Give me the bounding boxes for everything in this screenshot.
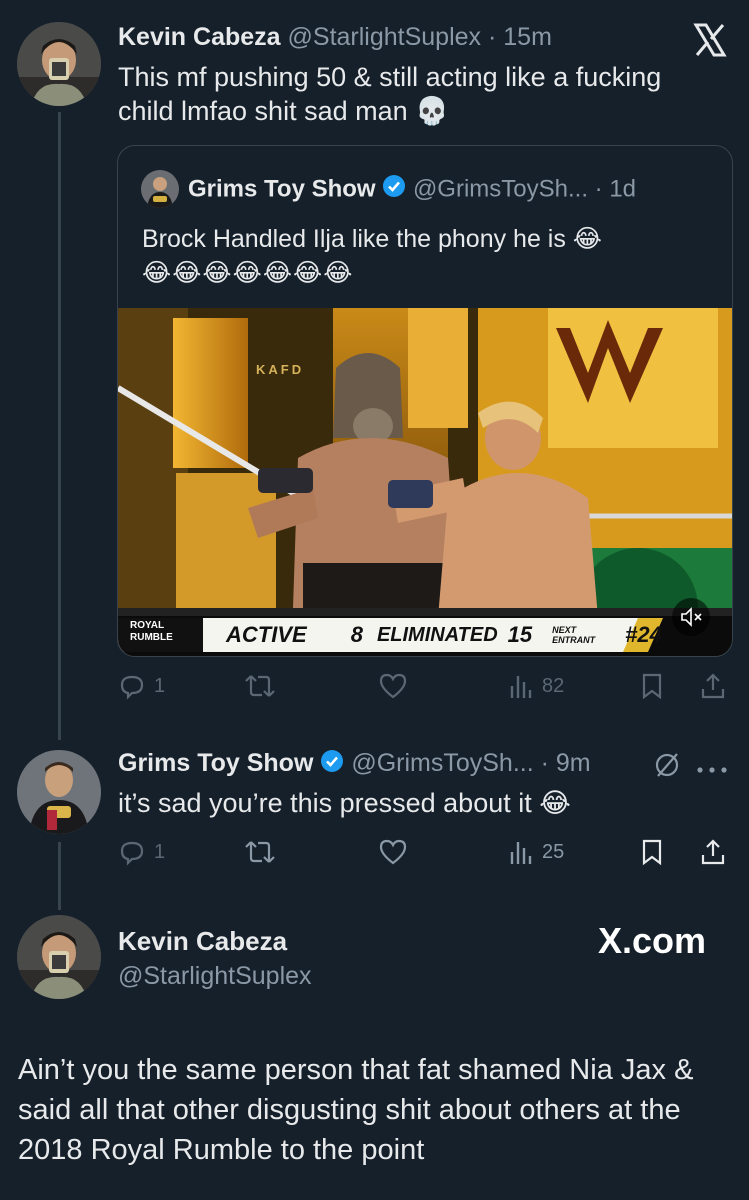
author-handle[interactable]: @StarlightSuplex <box>118 960 312 992</box>
author-name[interactable]: Kevin Cabeza <box>118 23 281 51</box>
tweet-actions: 1 25 <box>0 834 749 870</box>
tweet-text: This mf pushing 50 & still acting like a… <box>118 62 662 126</box>
views-button[interactable]: 25 <box>508 838 564 866</box>
author-name[interactable]: Grims Toy Show <box>118 749 313 777</box>
author-name[interactable]: Kevin Cabeza <box>118 925 287 957</box>
reply-button[interactable]: 1 <box>118 672 165 700</box>
repost-button[interactable] <box>244 838 284 866</box>
reply-count: 1 <box>154 674 166 697</box>
muted-speaker-icon <box>681 607 702 627</box>
bookmark-button[interactable] <box>640 838 664 866</box>
x-logo-icon[interactable] <box>690 20 730 60</box>
scoreboard-brand-line2: RUMBLE <box>130 632 173 643</box>
bookmark-button[interactable] <box>640 672 664 700</box>
views-count: 25 <box>542 840 565 863</box>
active-label: ACTIVE <box>226 622 307 647</box>
handle-time[interactable]: @GrimsToySh... · 9m <box>351 749 590 777</box>
mute-button[interactable] <box>672 598 710 636</box>
next-line2: ENTRANT <box>552 635 596 645</box>
eliminated-label: ELIMINATED <box>376 623 498 646</box>
tweet-header: Grims Toy Show @GrimsToySh... · 9m <box>118 748 591 780</box>
views-icon <box>510 842 532 864</box>
x-com-watermark: X.com <box>598 920 707 961</box>
quote-text-line1: Brock Handled Ilja like the phony he is … <box>142 225 603 253</box>
like-button[interactable] <box>378 672 416 700</box>
views-icon <box>510 676 532 698</box>
reply-icon <box>120 841 144 866</box>
quote-avatar[interactable] <box>141 170 179 208</box>
tv-sign: KAFD <box>256 362 305 377</box>
views-count: 82 <box>542 674 565 697</box>
verified-badge-icon <box>320 749 344 780</box>
heart-icon <box>379 839 407 865</box>
bookmark-icon <box>642 673 662 700</box>
quote-handle-time[interactable]: @GrimsToySh... · 1d <box>413 175 636 202</box>
entrant-number: #24 <box>625 622 662 647</box>
tweet-actions: 1 82 <box>0 668 749 704</box>
reply-count: 1 <box>154 840 166 863</box>
grok-icon[interactable] <box>652 750 682 780</box>
share-icon <box>701 673 725 699</box>
tweet-header: Kevin Cabeza @StarlightSuplex · 15m <box>118 22 552 52</box>
avatar[interactable] <box>17 915 101 999</box>
avatar[interactable] <box>17 22 101 106</box>
share-button[interactable] <box>700 838 726 866</box>
views-button[interactable]: 82 <box>508 672 564 700</box>
quote-text: Brock Handled Ilja like the phony he is … <box>142 222 722 290</box>
verified-badge-icon <box>382 174 406 206</box>
reply-icon <box>120 675 144 700</box>
quote-text-line2: 😂😂😂😂😂😂😂 <box>142 259 354 287</box>
video-player[interactable]: KAFD ROYAL RUMBLE ACTIVE 8 ELIMINATED 15… <box>118 308 732 656</box>
quote-header: Grims Toy Show @GrimsToySh... · 1d <box>188 174 636 206</box>
bookmark-icon <box>642 839 662 866</box>
eliminated-value: 15 <box>507 622 533 647</box>
repost-icon <box>245 675 275 697</box>
tweet-text: Ain’t you the same person that fat shame… <box>18 1054 694 1166</box>
quoted-tweet[interactable]: Grims Toy Show @GrimsToySh... · 1d Brock… <box>117 145 733 657</box>
share-button[interactable] <box>700 672 726 700</box>
thread-line-1 <box>58 112 61 740</box>
quote-author-name[interactable]: Grims Toy Show <box>188 175 376 202</box>
handle-time[interactable]: @StarlightSuplex · 15m <box>288 23 552 51</box>
heart-icon <box>379 673 407 699</box>
repost-icon <box>245 841 275 863</box>
like-button[interactable] <box>378 838 416 866</box>
next-entrant-label: NEXT ENTRANT <box>552 625 595 645</box>
tweet-text: it’s sad you’re this pressed about it 😂 <box>118 788 571 818</box>
more-options-icon[interactable] <box>694 762 730 773</box>
avatar[interactable] <box>17 750 101 834</box>
scoreboard-brand-line1: ROYAL <box>130 620 165 631</box>
scoreboard-brand: ROYAL RUMBLE <box>130 620 173 644</box>
active-value: 8 <box>350 622 363 647</box>
reply-button[interactable]: 1 <box>118 838 165 866</box>
next-line1: NEXT <box>552 625 577 635</box>
scoreboard: ACTIVE 8 ELIMINATED 15 NEXT ENTRANT #24 <box>226 618 662 652</box>
share-icon <box>701 839 725 865</box>
repost-button[interactable] <box>244 672 284 700</box>
